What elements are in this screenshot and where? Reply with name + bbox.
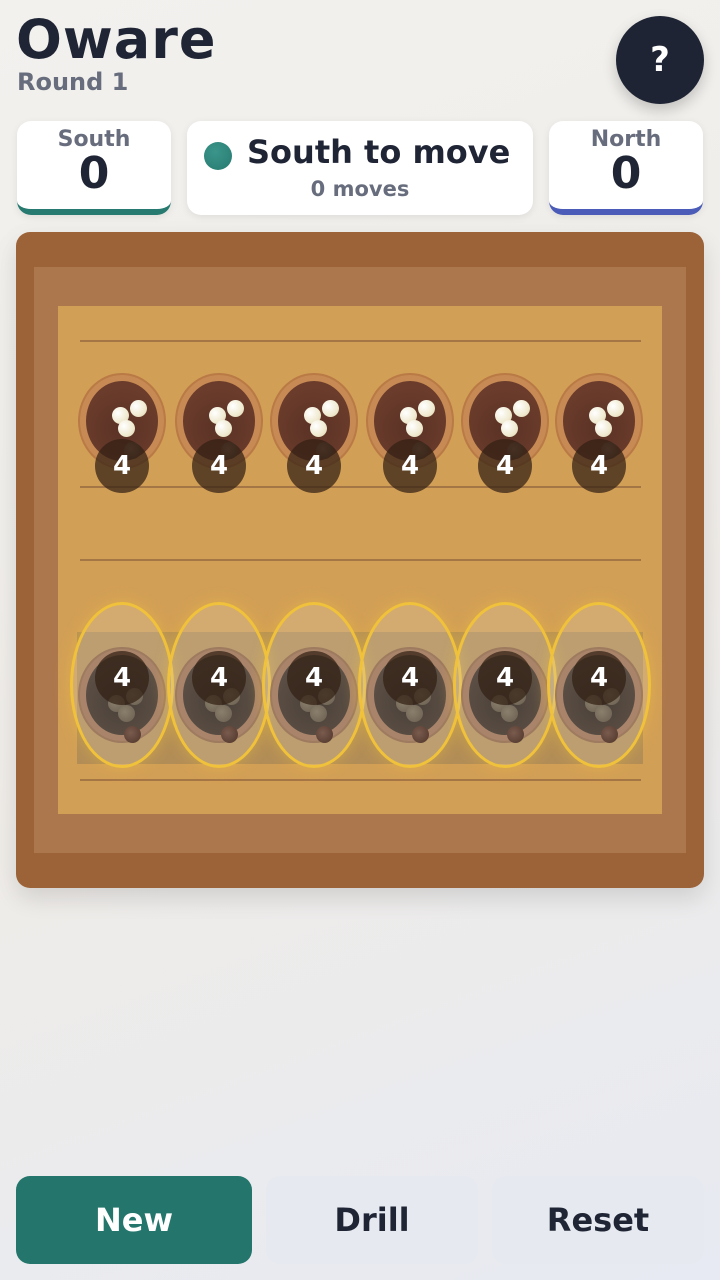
seed-icon [501,420,518,437]
seed-icon [595,705,612,722]
seed-icon [418,400,435,417]
south-score-card: South 0 [17,121,171,215]
game-board: 444444444444 [16,232,704,888]
seed-icon [406,705,423,722]
board-groove [80,340,641,342]
south-pit-6[interactable]: 4 [555,647,643,743]
south-score-value: 0 [78,148,110,199]
seed-icon [124,726,141,743]
seed-icon [310,705,327,722]
pit-seed-count: 4 [383,651,437,705]
move-counter: 0 moves [310,177,410,201]
seed-icon [316,726,333,743]
game-title: Oware [16,8,217,71]
seed-icon [130,400,147,417]
seed-icon [501,705,518,722]
seed-icon [310,420,327,437]
pit-seed-count: 4 [95,439,149,493]
turn-status-card: South to move 0 moves [187,121,533,215]
north-score-card: North 0 [549,121,703,215]
north-pit-3: 4 [270,373,358,493]
south-pit-4[interactable]: 4 [366,647,454,743]
south-pit-3[interactable]: 4 [270,647,358,743]
board-groove [80,779,641,781]
pit-seed-count: 4 [287,439,341,493]
pit-seed-count: 4 [192,439,246,493]
seed-icon [601,726,618,743]
help-button[interactable]: ? [616,16,704,104]
seed-icon [118,420,135,437]
north-pit-4: 4 [366,373,454,493]
board-surface: 444444444444 [58,306,662,814]
turn-indicator-icon [204,142,232,170]
north-pit-1: 4 [78,373,166,493]
reset-button[interactable]: Reset [492,1176,704,1264]
north-score-value: 0 [610,148,642,199]
seed-icon [322,400,339,417]
board-groove [80,486,641,488]
south-pit-2[interactable]: 4 [175,647,263,743]
pit-seed-count: 4 [572,439,626,493]
board-frame: 444444444444 [34,267,686,853]
seed-icon [406,420,423,437]
seed-icon [507,726,524,743]
turn-status-text: South to move [247,133,511,171]
pit-seed-count: 4 [192,651,246,705]
pit-seed-count: 4 [287,651,341,705]
seed-icon [513,400,530,417]
north-pit-2: 4 [175,373,263,493]
pit-seed-count: 4 [383,439,437,493]
seed-icon [595,420,612,437]
pit-seed-count: 4 [478,651,532,705]
round-label: Round 1 [17,68,129,96]
seed-icon [215,705,232,722]
seed-icon [607,400,624,417]
seed-icon [227,400,244,417]
seed-icon [412,726,429,743]
north-pit-6: 4 [555,373,643,493]
pit-seed-count: 4 [572,651,626,705]
pit-seed-count: 4 [95,651,149,705]
seed-icon [215,420,232,437]
seed-icon [221,726,238,743]
new-game-button[interactable]: New [16,1176,252,1264]
seed-icon [118,705,135,722]
north-pit-5: 4 [461,373,549,493]
south-pit-5[interactable]: 4 [461,647,549,743]
drill-button[interactable]: Drill [266,1176,478,1264]
pit-seed-count: 4 [478,439,532,493]
south-pit-1[interactable]: 4 [78,647,166,743]
board-groove [80,559,641,561]
